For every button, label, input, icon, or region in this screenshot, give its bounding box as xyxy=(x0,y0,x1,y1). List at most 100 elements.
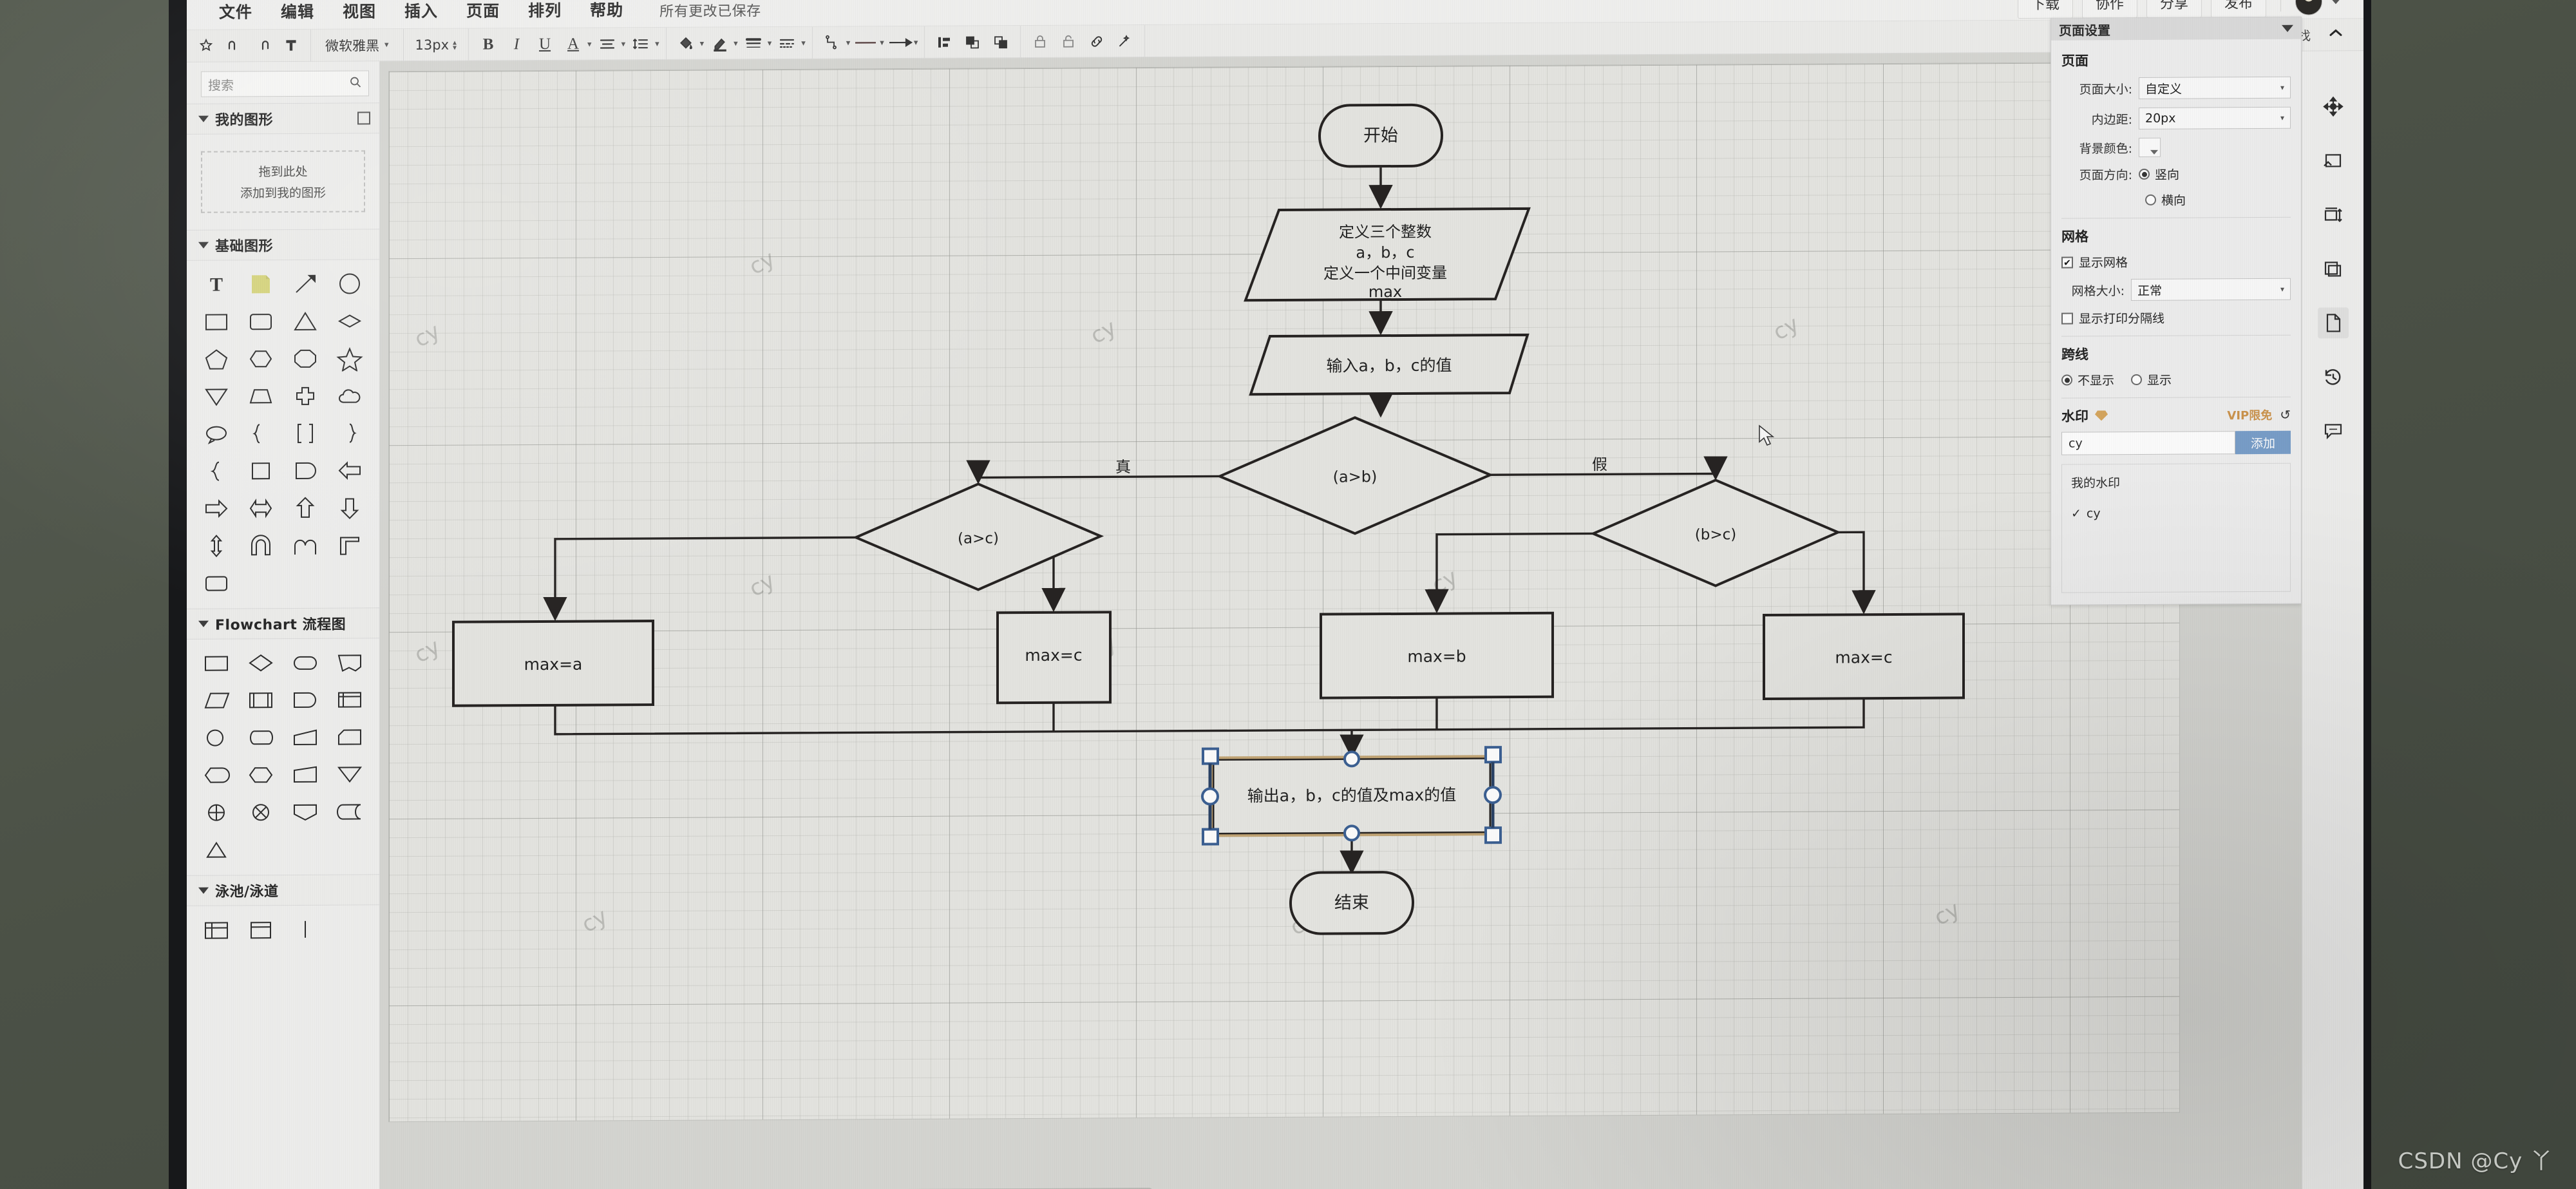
redo-icon[interactable] xyxy=(250,33,276,59)
layout-icon[interactable] xyxy=(931,29,957,55)
swimlane-divider[interactable] xyxy=(283,911,328,948)
sidebar-section-flowchart[interactable]: Flowchart 流程图 xyxy=(187,607,379,640)
border-dash-icon[interactable] xyxy=(774,30,800,55)
flow-extract[interactable] xyxy=(194,831,239,868)
flow-merge[interactable] xyxy=(327,756,372,793)
swimlane-vertical[interactable] xyxy=(239,911,283,948)
flow-predefined-process[interactable] xyxy=(239,681,283,719)
watermark-add-button[interactable]: 添加 xyxy=(2235,430,2291,455)
add-shape-icon[interactable] xyxy=(357,111,370,125)
shape-hexagon[interactable] xyxy=(239,340,283,377)
underline-button[interactable]: U xyxy=(532,31,558,57)
checkbox-print-divider[interactable] xyxy=(2061,312,2073,325)
send-to-back-icon[interactable] xyxy=(988,29,1014,55)
collaborate-button[interactable]: 协作 xyxy=(2081,0,2137,18)
avatar[interactable] xyxy=(2295,0,2322,15)
refresh-icon[interactable]: ↺ xyxy=(2280,406,2291,423)
menu-item-edit[interactable]: 编辑 xyxy=(267,0,328,30)
shape-left-brace[interactable] xyxy=(239,415,283,452)
shape-half-round[interactable] xyxy=(283,452,328,490)
background-color-picker[interactable] xyxy=(2139,137,2161,157)
clear-format-icon[interactable] xyxy=(278,32,304,58)
watermark-list-item[interactable]: ✓ cy xyxy=(2071,506,2281,520)
comment-icon[interactable] xyxy=(2318,415,2349,446)
search-input[interactable]: 搜索 xyxy=(201,70,369,97)
chevron-down-icon[interactable]: ▾ xyxy=(655,39,659,49)
menu-item-page[interactable]: 页面 xyxy=(452,0,514,28)
align-center-icon[interactable] xyxy=(2318,91,2349,122)
flow-manual-input[interactable] xyxy=(283,756,328,794)
chevron-down-icon[interactable]: ▾ xyxy=(734,38,738,48)
shape-rounded-rect-2[interactable] xyxy=(194,564,239,602)
shape-diamond[interactable] xyxy=(327,302,372,339)
shape-arrow[interactable] xyxy=(283,265,328,303)
shape-inverted-triangle[interactable] xyxy=(194,377,239,415)
pin-icon[interactable] xyxy=(2282,24,2293,32)
checkbox-show-grid[interactable] xyxy=(2061,256,2073,269)
shape-bridge[interactable] xyxy=(283,527,328,564)
menu-item-view[interactable]: 视图 xyxy=(328,0,390,29)
page-icon[interactable] xyxy=(2317,307,2349,339)
chevron-down-icon[interactable]: ▾ xyxy=(914,37,918,47)
flow-internal-storage[interactable] xyxy=(327,681,372,718)
radio-landscape[interactable] xyxy=(2145,194,2156,205)
shape-corner[interactable] xyxy=(327,526,372,564)
bring-to-front-icon[interactable] xyxy=(960,29,985,55)
row-show-grid[interactable]: 显示网格 xyxy=(2061,252,2291,271)
shape-down-arrow[interactable] xyxy=(327,489,372,526)
shape-rounded-rectangle[interactable] xyxy=(239,303,283,340)
flowchart-svg[interactable]: 开始 定义三个整数 a，b，c 定义一个中间变量 max 输入a，b，c的值 (… xyxy=(389,62,2179,1122)
menu-item-help[interactable]: 帮助 xyxy=(576,0,638,28)
crossline-option-hide[interactable]: 不显示 xyxy=(2061,371,2114,388)
shape-cross[interactable] xyxy=(283,377,328,415)
connector-icon[interactable] xyxy=(819,30,845,55)
shape-square[interactable] xyxy=(239,452,283,490)
flow-manual-operation[interactable] xyxy=(283,719,328,756)
swimlane-horizontal[interactable] xyxy=(194,911,239,948)
diagram-page[interactable]: cy cy cy cy cy cy cy cy cy cy cy cy cy c… xyxy=(389,62,2179,1122)
image-icon[interactable] xyxy=(2318,145,2349,176)
line-color-icon[interactable] xyxy=(706,30,732,56)
flow-stored-data[interactable] xyxy=(327,793,372,830)
shape-star[interactable] xyxy=(327,339,372,377)
italic-button[interactable]: I xyxy=(504,32,529,57)
chevron-up-icon[interactable] xyxy=(2327,26,2344,43)
shape-bracket-pair[interactable] xyxy=(283,415,328,452)
sidebar-section-basic-shapes[interactable]: 基础图形 xyxy=(187,229,379,261)
crossline-option-show[interactable]: 显示 xyxy=(2131,371,2172,388)
shape-triangle[interactable] xyxy=(283,303,328,340)
shape-left-arrow-block[interactable] xyxy=(327,452,372,489)
font-size-stepper[interactable]: 13px ▴ ▾ xyxy=(410,37,462,52)
lock-icon[interactable] xyxy=(1027,28,1053,54)
shape-double-arrow[interactable] xyxy=(239,490,283,527)
row-print-divider[interactable]: 显示打印分隔线 xyxy=(2061,309,2291,327)
my-shapes-dropzone[interactable]: 拖到此处 添加到我的图形 xyxy=(201,150,365,213)
copy-style-icon[interactable] xyxy=(2318,253,2349,284)
format-painter-icon[interactable] xyxy=(193,33,219,59)
sidebar-section-my-shapes[interactable]: 我的图形 xyxy=(187,102,379,135)
flow-connector[interactable] xyxy=(194,719,239,756)
unlock-icon[interactable] xyxy=(1056,28,1081,54)
shape-ellipse-callout[interactable] xyxy=(194,415,239,452)
shape-octagon[interactable] xyxy=(283,340,328,377)
stepper-arrows-icon[interactable]: ▴ ▾ xyxy=(453,37,457,52)
border-style-icon[interactable] xyxy=(741,30,766,56)
arrow-icon[interactable] xyxy=(887,29,913,55)
flow-summing-junction[interactable] xyxy=(239,794,283,831)
flow-decision[interactable] xyxy=(239,644,283,681)
share-button[interactable]: 分享 xyxy=(2146,0,2202,18)
align-icon[interactable] xyxy=(594,31,620,57)
shape-trapezoid[interactable] xyxy=(239,377,283,415)
magic-wand-icon[interactable] xyxy=(1112,28,1138,54)
font-color-button[interactable]: A xyxy=(560,31,586,57)
fill-color-icon[interactable] xyxy=(673,30,699,56)
radio-crossline-show[interactable] xyxy=(2131,374,2143,386)
chevron-down-icon[interactable]: ▾ xyxy=(768,38,772,48)
shape-right-brace[interactable] xyxy=(327,414,372,452)
chevron-down-icon[interactable]: ▾ xyxy=(700,38,705,48)
font-family-select[interactable]: 微软雅黑 ▾ xyxy=(317,35,397,55)
flow-preparation[interactable] xyxy=(239,756,283,794)
flow-direct-data[interactable] xyxy=(239,719,283,756)
undo-icon[interactable] xyxy=(222,33,247,59)
chevron-down-icon[interactable]: ▾ xyxy=(880,37,884,48)
